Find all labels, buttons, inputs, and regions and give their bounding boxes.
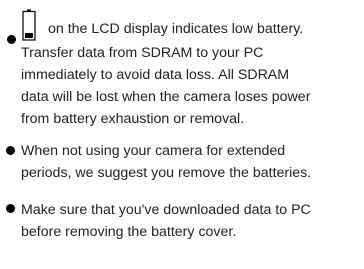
low-battery-icon (22, 9, 36, 41)
note-line: When not using your camera for extended (21, 143, 286, 159)
note-line: periods, we suggest you remove the batte… (21, 165, 312, 181)
note-line: Make sure that you've downloaded data to… (21, 202, 311, 218)
note-line: immediately to avoid data loss. All SDRA… (21, 67, 290, 83)
note-line: data will be lost when the camera loses … (21, 89, 311, 105)
bullet-icon (7, 35, 16, 44)
bullet-icon (6, 204, 15, 213)
note-line: on the LCD display indicates low battery… (48, 21, 304, 37)
note-line: Transfer data from SDRAM to your PC (21, 45, 264, 61)
notes-list: on the LCD display indicates low battery… (0, 0, 364, 269)
note-line: from battery exhaustion or removal. (21, 111, 245, 127)
bullet-icon (6, 146, 15, 155)
note-line: before removing the battery cover. (21, 224, 237, 240)
